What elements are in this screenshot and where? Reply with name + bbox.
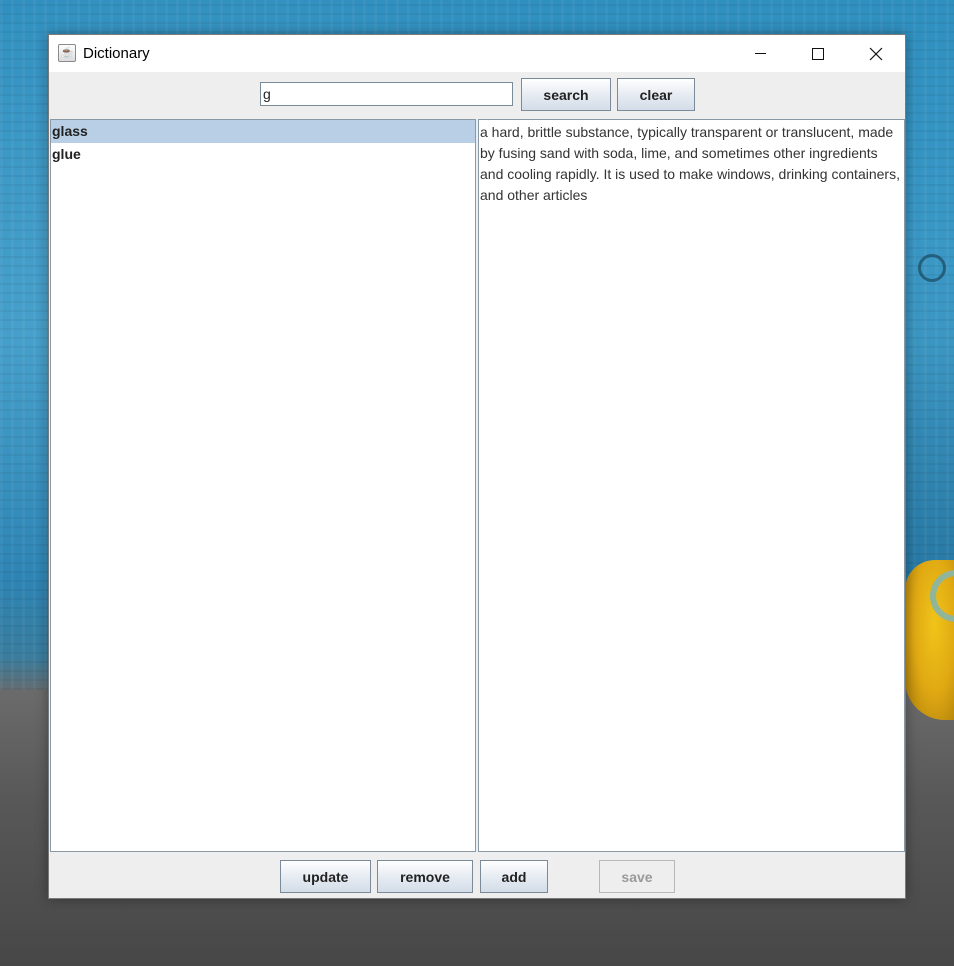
save-button[interactable]: save bbox=[599, 860, 675, 893]
search-input[interactable] bbox=[260, 82, 513, 106]
definition-text-area[interactable]: a hard, brittle substance, typically tra… bbox=[478, 119, 905, 852]
list-item[interactable]: glue bbox=[51, 143, 475, 166]
maximize-icon bbox=[812, 47, 824, 60]
close-icon bbox=[869, 47, 883, 60]
definition-text: a hard, brittle substance, typically tra… bbox=[480, 124, 900, 203]
java-cup-icon[interactable]: ☕ bbox=[58, 44, 76, 62]
close-button[interactable] bbox=[847, 35, 905, 72]
search-button[interactable]: search bbox=[521, 78, 611, 111]
clear-button[interactable]: clear bbox=[617, 78, 695, 111]
wall-ring bbox=[918, 254, 946, 282]
dictionary-window: ☕ Dictionary search clear glass glue a h… bbox=[48, 34, 906, 899]
list-item[interactable]: glass bbox=[51, 120, 475, 143]
maximize-button[interactable] bbox=[789, 35, 847, 72]
minimize-button[interactable] bbox=[731, 35, 789, 72]
remove-button[interactable]: remove bbox=[377, 860, 473, 893]
window-title: Dictionary bbox=[83, 45, 150, 62]
add-button[interactable]: add bbox=[480, 860, 548, 893]
update-button[interactable]: update bbox=[280, 860, 371, 893]
title-bar[interactable]: ☕ Dictionary bbox=[49, 35, 905, 72]
word-list[interactable]: glass glue bbox=[50, 119, 476, 852]
minimize-icon bbox=[754, 53, 766, 54]
